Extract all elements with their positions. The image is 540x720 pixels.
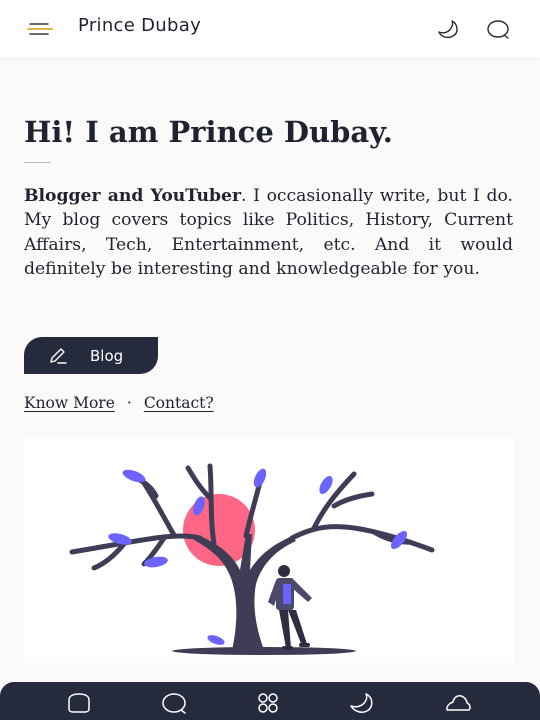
site-title[interactable]: Prince Dubay [78, 15, 201, 36]
link-separator: · [126, 394, 132, 412]
grid-icon[interactable] [253, 688, 283, 718]
bio-strong: Blogger and YouTuber [24, 186, 242, 206]
blog-button[interactable]: Blog [24, 337, 158, 374]
top-header: Prince Dubay [0, 0, 540, 58]
search-icon[interactable] [483, 14, 513, 44]
person-leaning-on-tree-illustration [69, 463, 435, 655]
bio-paragraph: Blogger and YouTuber. I occasionally wri… [24, 184, 513, 282]
cloud-icon[interactable] [443, 688, 473, 718]
hero-links: Know More · Contact? [24, 394, 214, 412]
pencil-icon [50, 347, 67, 364]
know-more-link[interactable]: Know More [24, 394, 115, 412]
hero-illustration [24, 438, 514, 663]
moon-icon[interactable] [434, 14, 464, 44]
bottom-navigation [0, 682, 540, 720]
home-icon[interactable] [64, 688, 94, 718]
title-divider [24, 162, 51, 163]
contact-link[interactable]: Contact? [144, 394, 214, 412]
page-title: Hi! I am Prince Dubay. [24, 115, 393, 149]
search-icon[interactable] [159, 688, 189, 718]
moon-icon[interactable] [348, 688, 378, 718]
blog-button-label: Blog [90, 346, 124, 365]
menu-icon[interactable] [26, 20, 54, 38]
